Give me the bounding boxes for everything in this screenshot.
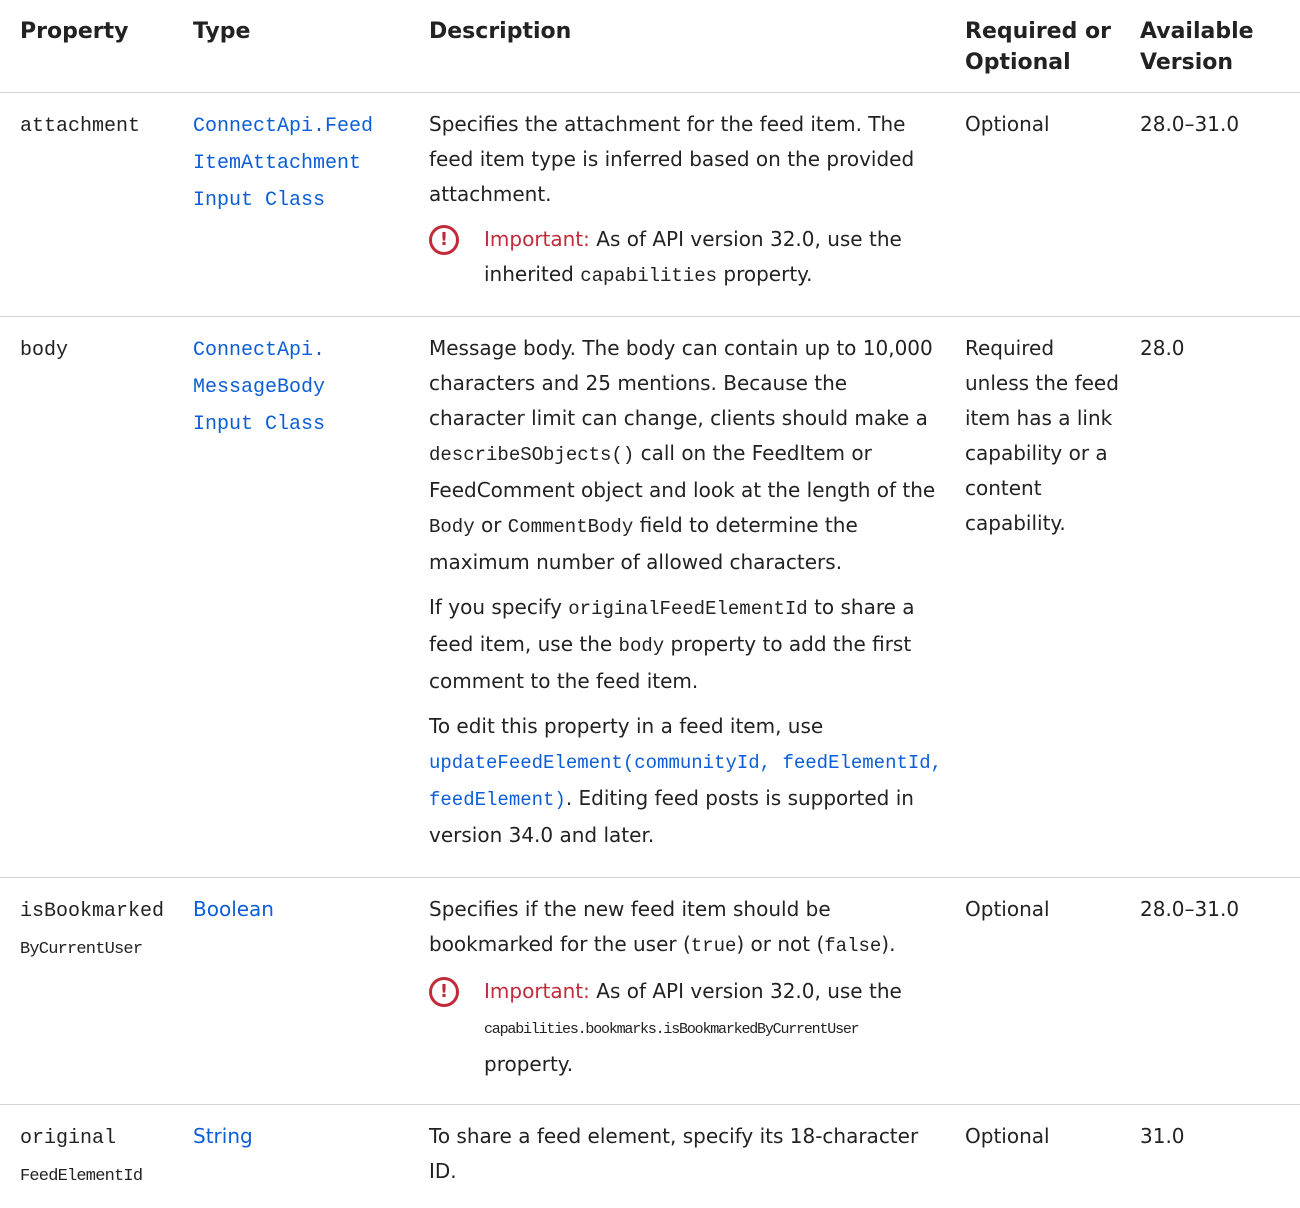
important-code: capabilities [580,265,717,287]
required-value: Required unless the feed item has a link… [965,336,1119,535]
description-text: Specifies if the new feed item should be… [429,892,945,964]
version-value: 28.0–31.0 [1140,897,1239,921]
desc-text-b: ) or not ( [736,932,824,956]
property-cell: attachment [0,93,183,317]
required-cell: Optional [955,1105,1130,1208]
type-cell: String [183,1105,419,1208]
table-row: body ConnectApi. MessageBody Input Class… [0,317,1300,878]
p2-text-a: If you specify [429,595,562,619]
p2-code-originalfeedelementid: originalFeedElementId [568,598,807,620]
required-value: Optional [965,112,1050,136]
important-body: Important: As of API version 32.0, use t… [484,974,902,1082]
desc-text-c: ). [881,932,895,956]
property-name-line2: FeedElementId [20,1167,142,1186]
type-link-line2: ItemAttachment [193,152,361,175]
description-paragraph-1: Message body. The body can contain up to… [429,331,945,580]
important-note: ! Important: As of API version 32.0, use… [429,974,945,1082]
desc-code-false: false [824,935,881,957]
type-cell: ConnectApi. MessageBody Input Class [183,317,419,878]
p2-code-body: body [619,635,665,657]
exclamation-circle-icon: ! [429,977,459,1007]
type-link-line3: Input Class [193,413,325,436]
header-required-line1: Required or [965,19,1111,44]
required-cell: Optional [955,93,1130,317]
important-label: Important [484,979,583,1003]
header-description: Description [419,0,955,93]
p1-code-commentbody: CommentBody [508,516,633,538]
p1-text-a: Message body. The body can contain up to… [429,336,933,430]
type-link-line1: ConnectApi. [193,339,325,362]
property-name: body [20,339,68,362]
header-version-line1: Available [1140,19,1254,44]
header-row: Property Type Description Required or Opt… [0,0,1300,93]
important-colon: : [583,227,590,251]
type-link-line1: ConnectApi.Feed [193,115,373,138]
important-colon: : [583,979,590,1003]
property-cell: isBookmarked ByCurrentUser [0,878,183,1105]
important-text-a: As of API version 32.0, use the [596,979,902,1003]
type-link-string[interactable]: String [193,1124,253,1148]
description-cell: Message body. The body can contain up to… [419,317,955,878]
type-link-messagebody[interactable]: ConnectApi. MessageBody Input Class [193,339,325,436]
description-text: Specifies the attachment for the feed it… [429,107,945,212]
property-cell: original FeedElementId [0,1105,183,1208]
important-body: Important: As of API version 32.0, use t… [484,222,945,294]
header-version: Available Version [1130,0,1300,93]
table-row: attachment ConnectApi.Feed ItemAttachmen… [0,93,1300,317]
version-cell: 28.0–31.0 [1130,93,1300,317]
version-cell: 28.0 [1130,317,1300,878]
header-property: Property [0,0,183,93]
table-row: isBookmarked ByCurrentUser Boolean Speci… [0,878,1300,1105]
version-cell: 31.0 [1130,1105,1300,1208]
property-name: attachment [20,115,140,138]
header-type-label: Type [193,19,250,44]
p1-code-describe: describeSObjects() [429,444,634,466]
version-value: 28.0–31.0 [1140,112,1239,136]
property-cell: body [0,317,183,878]
p3-text-a: To edit this property in a feed item, us… [429,714,823,738]
required-cell: Required unless the feed item has a link… [955,317,1130,878]
type-link-line3: Input Class [193,189,325,212]
header-description-label: Description [429,19,571,44]
version-value: 28.0 [1140,336,1185,360]
desc-code-true: true [691,935,737,957]
p1-text-c: or [481,513,501,537]
header-version-line2: Version [1140,50,1233,75]
version-value: 31.0 [1140,1124,1185,1148]
type-link-line2: MessageBody [193,376,325,399]
header-required-line2: Optional [965,50,1071,75]
type-cell: Boolean [183,878,419,1105]
header-property-label: Property [20,19,128,44]
property-name-line2: ByCurrentUser [20,940,142,959]
type-cell: ConnectApi.Feed ItemAttachment Input Cla… [183,93,419,317]
description-cell: Specifies if the new feed item should be… [419,878,955,1105]
required-value: Optional [965,897,1050,921]
description-cell: Specifies the attachment for the feed it… [419,93,955,317]
properties-table: Property Type Description Required or Opt… [0,0,1300,1208]
header-type: Type [183,0,419,93]
important-note: ! Important: As of API version 32.0, use… [429,222,945,294]
type-link-boolean[interactable]: Boolean [193,897,274,921]
property-name-line1: original [20,1127,116,1150]
description-text: To share a feed element, specify its 18-… [429,1124,918,1183]
exclamation-circle-icon: ! [429,225,459,255]
version-cell: 28.0–31.0 [1130,878,1300,1105]
description-paragraph-2: If you specify originalFeedElementId to … [429,590,945,699]
property-name-line1: isBookmarked [20,900,164,923]
description-paragraph-3: To edit this property in a feed item, us… [429,709,945,853]
p1-code-body: Body [429,516,475,538]
important-text-b: property. [723,262,812,286]
important-text-b: property. [484,1052,573,1076]
description-cell: To share a feed element, specify its 18-… [419,1105,955,1208]
type-link-feeditemattachment[interactable]: ConnectApi.Feed ItemAttachment Input Cla… [193,115,373,212]
header-required: Required or Optional [955,0,1130,93]
table-row: original FeedElementId String To share a… [0,1105,1300,1208]
important-code: capabilities.bookmarks.isBookmarkedByCur… [484,1021,858,1038]
required-value: Optional [965,1124,1050,1148]
required-cell: Optional [955,878,1130,1105]
doc-page: Property Type Description Required or Opt… [0,0,1300,1129]
important-label: Important [484,227,583,251]
